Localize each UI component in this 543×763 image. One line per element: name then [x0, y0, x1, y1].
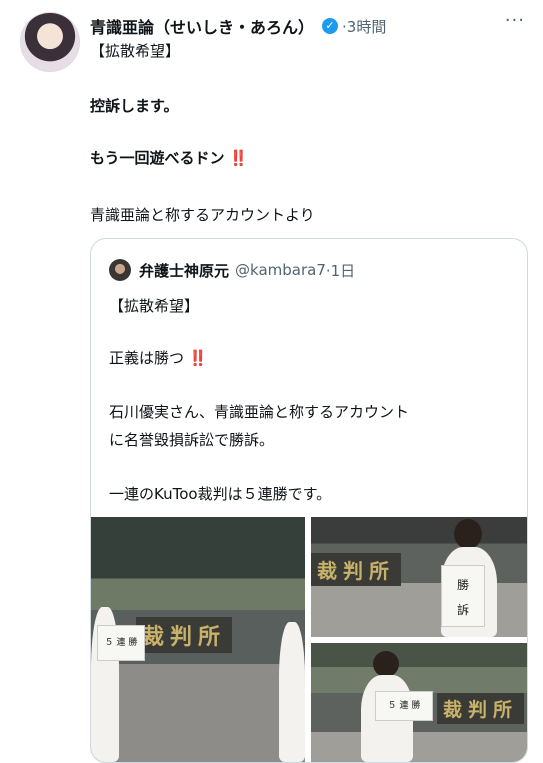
person-figure — [279, 622, 305, 762]
double-exclamation-icon: ‼️ — [188, 349, 208, 367]
sign-paper: ５ 連 勝 — [375, 691, 433, 721]
tweet-line: 控訴します。 — [90, 97, 179, 115]
tweet-line-text: もう一回遊べるドン — [90, 149, 225, 167]
tweet-line: 青識亜論と称するアカウントより — [90, 206, 315, 224]
quoted-line-with-emoji: 正義は勝つ ‼️ — [109, 347, 207, 368]
quoted-line: 【拡散希望】 — [109, 297, 200, 315]
photo-grid: 裁判所 ５ 連 勝 裁判所 勝 訴 裁判所 ５ 連 勝 — [91, 517, 527, 762]
tweet-header: 青識亜論（せいしき・あろん） ✓ ·3時間 — [90, 14, 543, 38]
sign-character: 訴 — [456, 603, 469, 617]
quoted-author-name[interactable]: 弁護士神原元 — [139, 260, 229, 281]
person-head — [373, 651, 399, 677]
photo-court-sign-left[interactable]: 裁判所 ５ 連 勝 — [91, 517, 305, 762]
quoted-author-handle[interactable]: @kambara7 — [235, 261, 326, 279]
author-name[interactable]: 青識亜論（せいしき・あろん） — [90, 14, 314, 38]
sign-character: 勝 — [456, 578, 469, 592]
court-sign-plate: 裁判所 — [437, 693, 525, 724]
quoted-line: 石川優実さん、青識亜論と称するアカウント — [109, 403, 410, 421]
quoted-author-avatar[interactable] — [109, 259, 131, 281]
court-sign-plate: 裁判所 — [311, 553, 401, 586]
more-icon[interactable]: ··· — [505, 10, 525, 31]
photo-court-sign-right-bottom[interactable]: 裁判所 ５ 連 勝 — [311, 643, 527, 762]
photo-court-sign-right-top[interactable]: 裁判所 勝 訴 — [311, 517, 527, 637]
quoted-line: に名誉毀損訴訟で勝訴。 — [109, 431, 275, 449]
double-exclamation-icon: ‼️ — [229, 149, 249, 167]
tweet-line-with-emoji: もう一回遊べるドン ‼️ — [90, 147, 248, 168]
author-avatar[interactable] — [20, 12, 80, 72]
quoted-tweet-time[interactable]: ·1日 — [326, 260, 355, 281]
quoted-tweet-header: 弁護士神原元 @kambara7 ·1日 — [109, 259, 355, 281]
tweet-line: 【拡散希望】 — [90, 42, 181, 60]
quoted-line: 一連のKuToo裁判は５連勝です。 — [109, 485, 332, 503]
sign-paper-big: 勝 訴 — [441, 565, 485, 627]
tweet-time[interactable]: ·3時間 — [342, 16, 386, 37]
sign-paper: ５ 連 勝 — [97, 625, 145, 661]
court-sign-plate: 裁判所 — [136, 617, 233, 653]
quoted-tweet[interactable]: 弁護士神原元 @kambara7 ·1日 【拡散希望】 正義は勝つ ‼️ 石川優… — [90, 238, 528, 763]
verified-badge-icon: ✓ — [322, 18, 339, 34]
person-head — [454, 519, 482, 549]
quoted-line-text: 正義は勝つ — [109, 349, 185, 367]
